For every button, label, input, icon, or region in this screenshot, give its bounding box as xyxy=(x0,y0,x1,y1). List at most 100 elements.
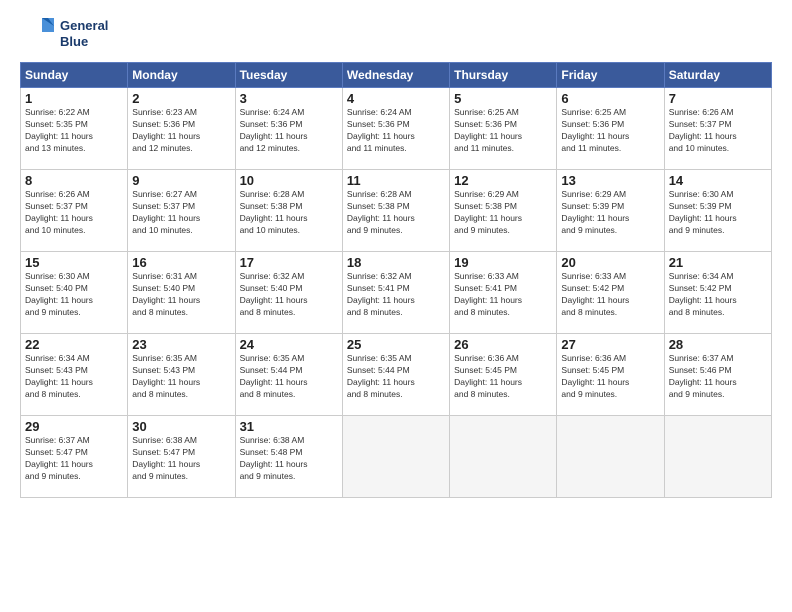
day-cell: 14Sunrise: 6:30 AM Sunset: 5:39 PM Dayli… xyxy=(664,170,771,252)
day-info: Sunrise: 6:28 AM Sunset: 5:38 PM Dayligh… xyxy=(347,189,445,237)
day-number: 7 xyxy=(669,91,767,106)
day-number: 10 xyxy=(240,173,338,188)
logo-line1: General xyxy=(60,18,108,34)
day-info: Sunrise: 6:25 AM Sunset: 5:36 PM Dayligh… xyxy=(454,107,552,155)
day-cell: 4Sunrise: 6:24 AM Sunset: 5:36 PM Daylig… xyxy=(342,88,449,170)
day-info: Sunrise: 6:30 AM Sunset: 5:40 PM Dayligh… xyxy=(25,271,123,319)
day-number: 4 xyxy=(347,91,445,106)
day-cell: 1Sunrise: 6:22 AM Sunset: 5:35 PM Daylig… xyxy=(21,88,128,170)
day-number: 23 xyxy=(132,337,230,352)
week-row-5: 29Sunrise: 6:37 AM Sunset: 5:47 PM Dayli… xyxy=(21,416,772,498)
day-number: 2 xyxy=(132,91,230,106)
day-info: Sunrise: 6:36 AM Sunset: 5:45 PM Dayligh… xyxy=(561,353,659,401)
day-number: 31 xyxy=(240,419,338,434)
day-info: Sunrise: 6:30 AM Sunset: 5:39 PM Dayligh… xyxy=(669,189,767,237)
day-number: 9 xyxy=(132,173,230,188)
day-number: 28 xyxy=(669,337,767,352)
day-info: Sunrise: 6:35 AM Sunset: 5:43 PM Dayligh… xyxy=(132,353,230,401)
day-number: 18 xyxy=(347,255,445,270)
header-tuesday: Tuesday xyxy=(235,63,342,88)
day-cell: 19Sunrise: 6:33 AM Sunset: 5:41 PM Dayli… xyxy=(450,252,557,334)
day-cell: 30Sunrise: 6:38 AM Sunset: 5:47 PM Dayli… xyxy=(128,416,235,498)
day-info: Sunrise: 6:26 AM Sunset: 5:37 PM Dayligh… xyxy=(25,189,123,237)
day-number: 26 xyxy=(454,337,552,352)
week-row-1: 1Sunrise: 6:22 AM Sunset: 5:35 PM Daylig… xyxy=(21,88,772,170)
day-number: 6 xyxy=(561,91,659,106)
day-number: 22 xyxy=(25,337,123,352)
week-row-2: 8Sunrise: 6:26 AM Sunset: 5:37 PM Daylig… xyxy=(21,170,772,252)
page: General Blue SundayMondayTuesdayWednesda… xyxy=(0,0,792,612)
day-info: Sunrise: 6:24 AM Sunset: 5:36 PM Dayligh… xyxy=(240,107,338,155)
day-number: 5 xyxy=(454,91,552,106)
day-info: Sunrise: 6:34 AM Sunset: 5:42 PM Dayligh… xyxy=(669,271,767,319)
day-cell: 28Sunrise: 6:37 AM Sunset: 5:46 PM Dayli… xyxy=(664,334,771,416)
day-number: 17 xyxy=(240,255,338,270)
day-number: 19 xyxy=(454,255,552,270)
day-cell: 15Sunrise: 6:30 AM Sunset: 5:40 PM Dayli… xyxy=(21,252,128,334)
day-cell: 24Sunrise: 6:35 AM Sunset: 5:44 PM Dayli… xyxy=(235,334,342,416)
day-cell: 12Sunrise: 6:29 AM Sunset: 5:38 PM Dayli… xyxy=(450,170,557,252)
logo: General Blue xyxy=(20,16,108,52)
header-monday: Monday xyxy=(128,63,235,88)
day-info: Sunrise: 6:22 AM Sunset: 5:35 PM Dayligh… xyxy=(25,107,123,155)
day-info: Sunrise: 6:34 AM Sunset: 5:43 PM Dayligh… xyxy=(25,353,123,401)
day-number: 24 xyxy=(240,337,338,352)
day-cell: 5Sunrise: 6:25 AM Sunset: 5:36 PM Daylig… xyxy=(450,88,557,170)
day-info: Sunrise: 6:33 AM Sunset: 5:41 PM Dayligh… xyxy=(454,271,552,319)
day-info: Sunrise: 6:38 AM Sunset: 5:48 PM Dayligh… xyxy=(240,435,338,483)
day-info: Sunrise: 6:32 AM Sunset: 5:41 PM Dayligh… xyxy=(347,271,445,319)
day-cell: 8Sunrise: 6:26 AM Sunset: 5:37 PM Daylig… xyxy=(21,170,128,252)
day-number: 1 xyxy=(25,91,123,106)
day-cell: 20Sunrise: 6:33 AM Sunset: 5:42 PM Dayli… xyxy=(557,252,664,334)
day-cell: 3Sunrise: 6:24 AM Sunset: 5:36 PM Daylig… xyxy=(235,88,342,170)
day-cell: 6Sunrise: 6:25 AM Sunset: 5:36 PM Daylig… xyxy=(557,88,664,170)
day-number: 3 xyxy=(240,91,338,106)
day-number: 20 xyxy=(561,255,659,270)
day-info: Sunrise: 6:25 AM Sunset: 5:36 PM Dayligh… xyxy=(561,107,659,155)
day-number: 29 xyxy=(25,419,123,434)
day-number: 12 xyxy=(454,173,552,188)
day-cell: 29Sunrise: 6:37 AM Sunset: 5:47 PM Dayli… xyxy=(21,416,128,498)
day-cell: 23Sunrise: 6:35 AM Sunset: 5:43 PM Dayli… xyxy=(128,334,235,416)
header-saturday: Saturday xyxy=(664,63,771,88)
day-info: Sunrise: 6:24 AM Sunset: 5:36 PM Dayligh… xyxy=(347,107,445,155)
day-cell: 16Sunrise: 6:31 AM Sunset: 5:40 PM Dayli… xyxy=(128,252,235,334)
calendar-header-row: SundayMondayTuesdayWednesdayThursdayFrid… xyxy=(21,63,772,88)
day-cell: 10Sunrise: 6:28 AM Sunset: 5:38 PM Dayli… xyxy=(235,170,342,252)
day-cell: 11Sunrise: 6:28 AM Sunset: 5:38 PM Dayli… xyxy=(342,170,449,252)
day-number: 11 xyxy=(347,173,445,188)
day-info: Sunrise: 6:36 AM Sunset: 5:45 PM Dayligh… xyxy=(454,353,552,401)
day-info: Sunrise: 6:26 AM Sunset: 5:37 PM Dayligh… xyxy=(669,107,767,155)
header-thursday: Thursday xyxy=(450,63,557,88)
day-cell: 27Sunrise: 6:36 AM Sunset: 5:45 PM Dayli… xyxy=(557,334,664,416)
day-info: Sunrise: 6:35 AM Sunset: 5:44 PM Dayligh… xyxy=(347,353,445,401)
day-info: Sunrise: 6:38 AM Sunset: 5:47 PM Dayligh… xyxy=(132,435,230,483)
header: General Blue xyxy=(20,16,772,52)
header-sunday: Sunday xyxy=(21,63,128,88)
day-info: Sunrise: 6:35 AM Sunset: 5:44 PM Dayligh… xyxy=(240,353,338,401)
day-cell: 31Sunrise: 6:38 AM Sunset: 5:48 PM Dayli… xyxy=(235,416,342,498)
logo-svg xyxy=(20,16,56,52)
day-number: 21 xyxy=(669,255,767,270)
day-cell xyxy=(557,416,664,498)
day-cell: 9Sunrise: 6:27 AM Sunset: 5:37 PM Daylig… xyxy=(128,170,235,252)
week-row-3: 15Sunrise: 6:30 AM Sunset: 5:40 PM Dayli… xyxy=(21,252,772,334)
day-info: Sunrise: 6:28 AM Sunset: 5:38 PM Dayligh… xyxy=(240,189,338,237)
day-number: 14 xyxy=(669,173,767,188)
day-cell: 25Sunrise: 6:35 AM Sunset: 5:44 PM Dayli… xyxy=(342,334,449,416)
day-cell xyxy=(342,416,449,498)
day-cell: 17Sunrise: 6:32 AM Sunset: 5:40 PM Dayli… xyxy=(235,252,342,334)
day-cell: 18Sunrise: 6:32 AM Sunset: 5:41 PM Dayli… xyxy=(342,252,449,334)
day-number: 8 xyxy=(25,173,123,188)
day-info: Sunrise: 6:37 AM Sunset: 5:47 PM Dayligh… xyxy=(25,435,123,483)
day-number: 30 xyxy=(132,419,230,434)
day-number: 15 xyxy=(25,255,123,270)
day-info: Sunrise: 6:37 AM Sunset: 5:46 PM Dayligh… xyxy=(669,353,767,401)
day-info: Sunrise: 6:29 AM Sunset: 5:39 PM Dayligh… xyxy=(561,189,659,237)
day-cell: 13Sunrise: 6:29 AM Sunset: 5:39 PM Dayli… xyxy=(557,170,664,252)
logo-line2: Blue xyxy=(60,34,108,50)
day-info: Sunrise: 6:32 AM Sunset: 5:40 PM Dayligh… xyxy=(240,271,338,319)
day-cell: 22Sunrise: 6:34 AM Sunset: 5:43 PM Dayli… xyxy=(21,334,128,416)
week-row-4: 22Sunrise: 6:34 AM Sunset: 5:43 PM Dayli… xyxy=(21,334,772,416)
day-info: Sunrise: 6:23 AM Sunset: 5:36 PM Dayligh… xyxy=(132,107,230,155)
